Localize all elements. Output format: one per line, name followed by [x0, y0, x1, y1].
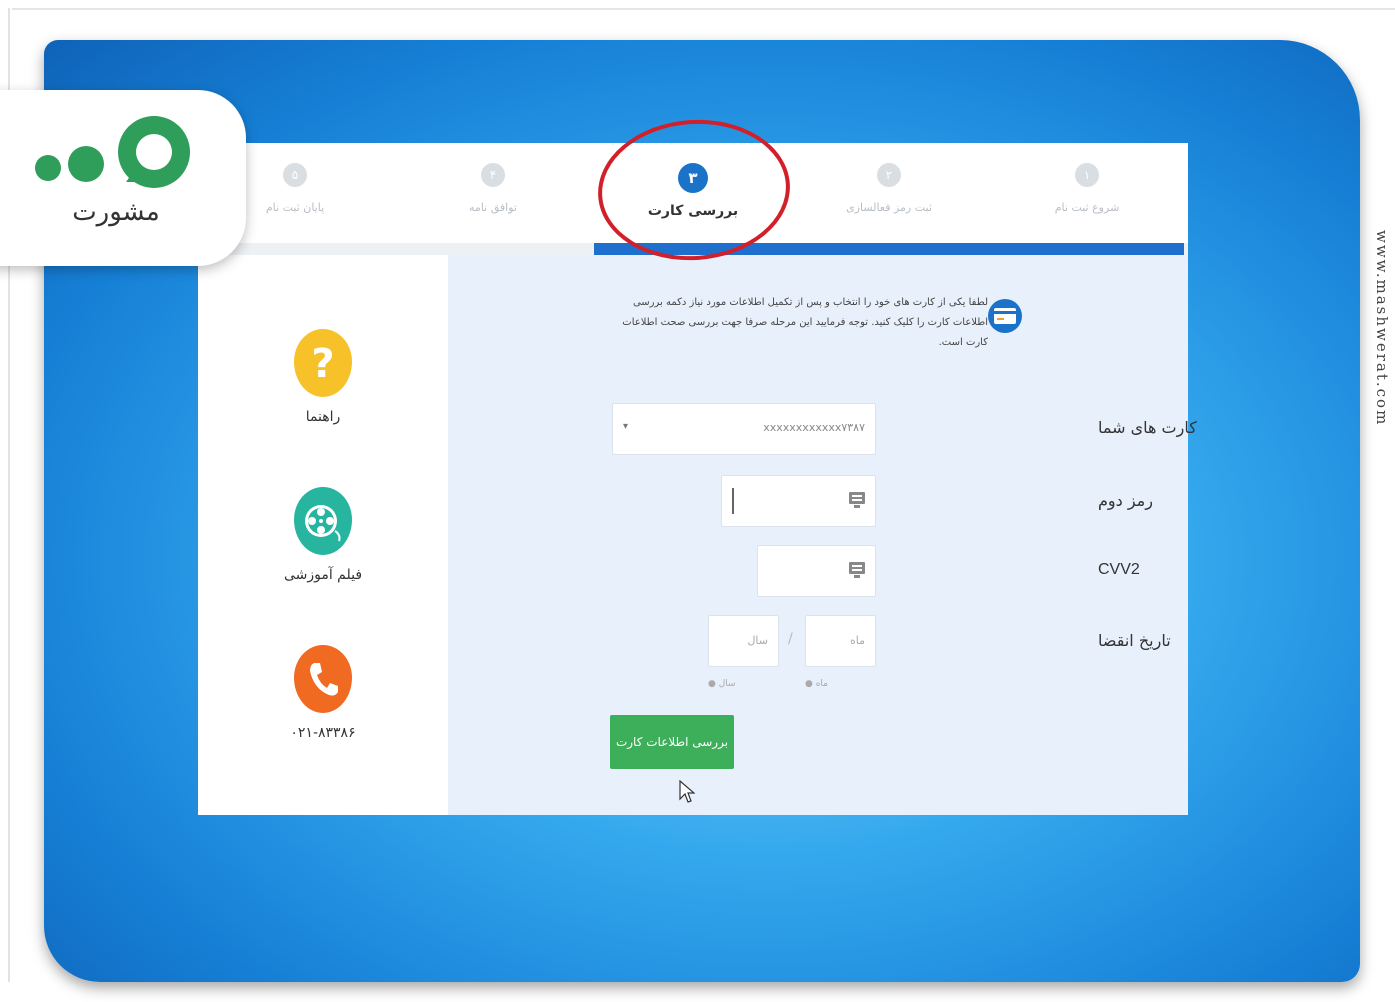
expiry-month-input[interactable]: ماه — [805, 615, 876, 667]
phone-label: ۰۲۱-۸۳۳۸۶ — [290, 725, 356, 741]
step-5-label: پایان ثبت نام — [265, 201, 325, 214]
frame-top-line — [12, 8, 1395, 10]
phone-item[interactable]: ۰۲۱-۸۳۳۸۶ — [273, 645, 373, 741]
pin2-label: رمز دوم — [1098, 491, 1153, 510]
step-5: ۵ پایان ثبت نام — [230, 163, 360, 214]
date-separator: / — [788, 631, 793, 647]
video-item[interactable]: فیلم آموزشی — [273, 487, 373, 583]
check-card-button[interactable]: بررسی اطلاعات کارت — [610, 715, 734, 769]
year-hint: ● سال — [708, 679, 736, 689]
pin2-input[interactable] — [721, 475, 876, 527]
help-label: راهنما — [305, 409, 341, 425]
instructions-text: لطفا یکی از کارت های خود را انتخاب و پس … — [622, 297, 988, 348]
cvv2-label: CVV2 — [1098, 561, 1140, 578]
step-2-number: ۲ — [877, 163, 901, 187]
keypad-icon[interactable] — [847, 490, 867, 513]
step-2-label: ثبت رمز فعالسازی — [846, 201, 932, 214]
card-select-value: xxxxxxxxxxxx۷۳۸۷ — [763, 421, 865, 434]
cvv2-input[interactable] — [757, 545, 876, 597]
video-label: فیلم آموزشی — [283, 567, 363, 583]
month-placeholder: ماه — [849, 634, 865, 647]
help-sidebar: ? راهنما فیلم آموزشی ۰۲۱-۸۳۳۸۶ — [198, 255, 448, 815]
credit-card-icon — [988, 299, 1022, 333]
expiry-label: تاریخ انقضا — [1098, 631, 1171, 650]
step-2: ۲ ثبت رمز فعالسازی — [824, 163, 954, 214]
svg-text:?: ? — [311, 341, 334, 387]
step-1-number: ۱ — [1075, 163, 1099, 187]
step-4-number: ۴ — [481, 163, 505, 187]
mouse-cursor-icon — [679, 779, 696, 808]
year-placeholder: سال — [747, 634, 768, 647]
film-reel-icon[interactable] — [294, 487, 352, 555]
step-1: ۱ شروع ثبت نام — [1022, 163, 1152, 214]
step-5-number: ۵ — [283, 163, 307, 187]
card-form-area: لطفا یکی از کارت های خود را انتخاب و پس … — [448, 255, 1197, 815]
help-item[interactable]: ? راهنما — [273, 329, 373, 425]
mashwerat-logo: مشورت — [35, 116, 190, 227]
month-hint: ● ماه — [805, 679, 828, 689]
dropdown-arrow-icon: ▾ — [623, 421, 629, 432]
brand-logo-card: مشورت — [0, 90, 246, 266]
step-1-label: شروع ثبت نام — [1054, 201, 1120, 214]
question-icon[interactable]: ? — [294, 329, 352, 397]
logo-wordmark: مشورت — [72, 197, 160, 227]
expiry-year-input[interactable]: سال — [708, 615, 779, 667]
website-watermark: www.mashwerat.com — [1373, 230, 1391, 427]
text-caret — [732, 488, 734, 514]
phone-icon[interactable] — [294, 645, 352, 713]
cards-label: کارت های شما — [1098, 418, 1197, 437]
step-4: ۴ توافق نامه — [428, 163, 558, 214]
step-4-label: توافق نامه — [469, 201, 517, 214]
card-select[interactable]: ▾ xxxxxxxxxxxx۷۳۸۷ — [612, 403, 876, 455]
keypad-icon[interactable] — [847, 560, 867, 583]
